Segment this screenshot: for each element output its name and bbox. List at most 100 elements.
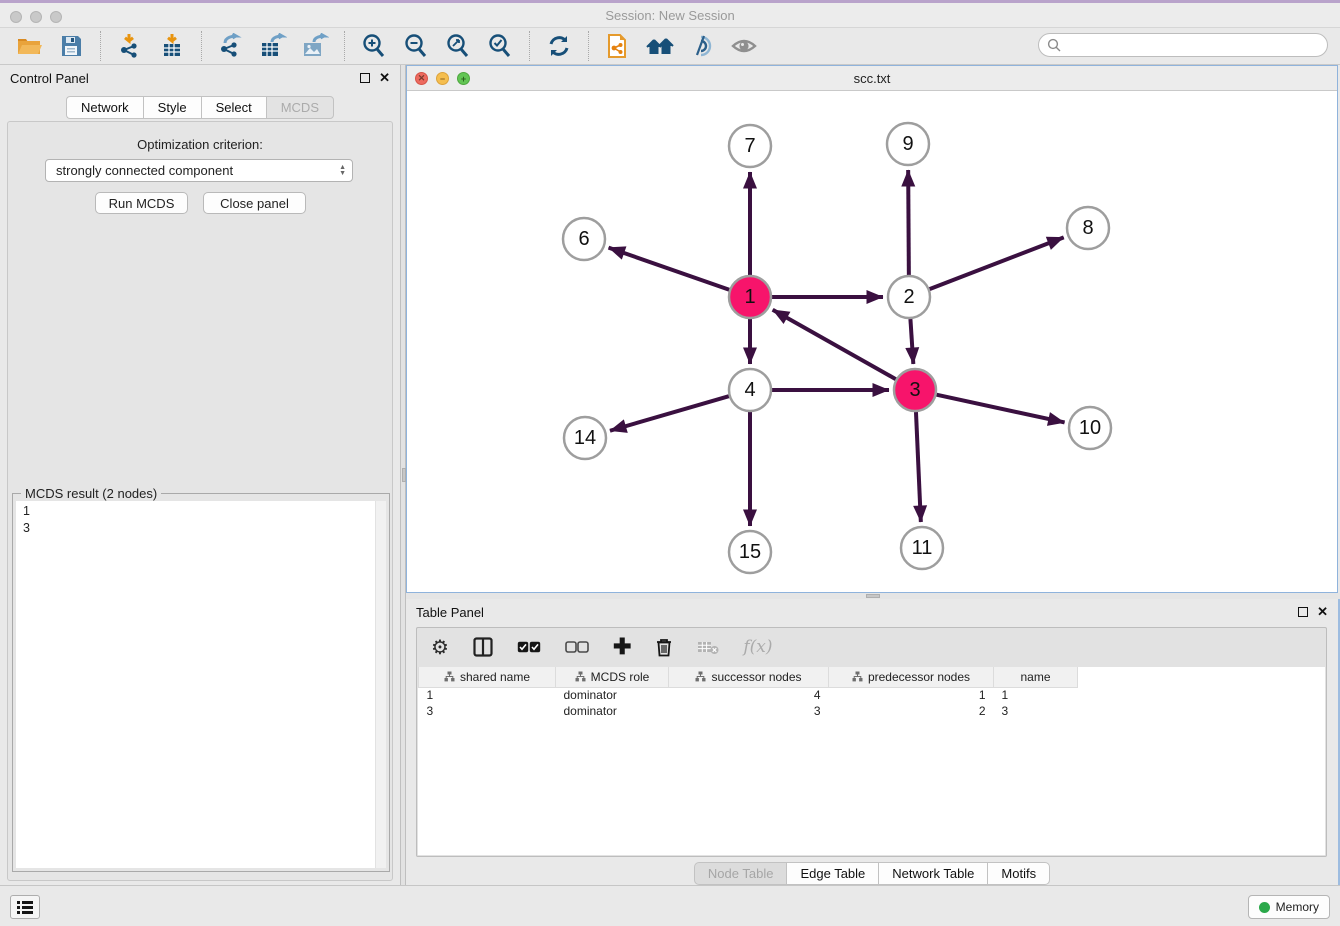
criterion-dropdown[interactable]: strongly connected component ▲▼ (45, 159, 353, 182)
table-panel: Table Panel ✕ ⚙ (406, 599, 1340, 885)
close-panel-icon[interactable]: ✕ (379, 73, 390, 83)
tab-network[interactable]: Network (66, 96, 143, 119)
node-4[interactable]: 4 (729, 369, 771, 411)
node-14[interactable]: 14 (564, 417, 606, 459)
status-bar: Memory (0, 885, 1340, 926)
result-scrollbar[interactable] (375, 501, 386, 868)
zoom-in-button[interactable] (359, 31, 389, 61)
edge-4-14[interactable] (610, 396, 729, 431)
network-maximize-icon[interactable]: + (457, 72, 470, 85)
node-15[interactable]: 15 (729, 531, 771, 573)
node-9[interactable]: 9 (887, 123, 929, 165)
open-session-button[interactable] (14, 31, 44, 61)
column-header-successor-nodes[interactable]: successor nodes (669, 667, 829, 687)
tab-network-table[interactable]: Network Table (878, 862, 987, 885)
show-columns-button[interactable] (473, 635, 493, 659)
apply-style-button[interactable] (544, 31, 574, 61)
create-column-button[interactable]: ✚ (613, 635, 631, 659)
node-6[interactable]: 6 (563, 218, 605, 260)
tab-mcds[interactable]: MCDS (266, 96, 334, 119)
tab-node-table[interactable]: Node Table (694, 862, 787, 885)
window-traffic-lights[interactable] (10, 11, 62, 23)
network-traffic-lights[interactable]: ✕ − + (415, 72, 470, 85)
node-11[interactable]: 11 (901, 527, 943, 569)
close-panel-button[interactable]: Close panel (203, 192, 306, 214)
export-network-button[interactable] (216, 31, 246, 61)
memory-button[interactable]: Memory (1248, 895, 1330, 919)
node-7[interactable]: 7 (729, 125, 771, 167)
node-label: 11 (912, 537, 933, 559)
edge-2-9[interactable] (908, 170, 909, 275)
node-2[interactable]: 2 (888, 276, 930, 318)
column-header-name[interactable]: name (994, 667, 1078, 687)
close-window-icon[interactable] (10, 11, 22, 23)
edge-1-6[interactable] (609, 248, 730, 290)
mcds-result-text[interactable]: 13 (16, 501, 386, 868)
minimize-window-icon[interactable] (30, 11, 42, 23)
table-cell[interactable]: 2 (829, 703, 994, 719)
import-table-button[interactable] (157, 31, 187, 61)
table-cell[interactable]: dominator (556, 703, 669, 719)
global-search[interactable] (1038, 33, 1328, 57)
node-table-area[interactable]: shared nameMCDS rolesuccessor nodesprede… (418, 667, 1325, 855)
network-canvas[interactable]: 7 9 6 8 1 2 4 3 14 10 15 11 (407, 91, 1337, 592)
tab-style[interactable]: Style (143, 96, 201, 119)
select-all-button[interactable] (517, 635, 541, 659)
network-minimize-icon[interactable]: − (436, 72, 449, 85)
import-network-button[interactable] (115, 31, 145, 61)
network-close-icon[interactable]: ✕ (415, 72, 428, 85)
delete-column-button[interactable] (655, 635, 673, 659)
toolbar-separator (100, 31, 101, 61)
column-header-MCDS-role[interactable]: MCDS role (556, 667, 669, 687)
table-row[interactable]: 1dominator411 (419, 687, 1078, 703)
node-1[interactable]: 1 (729, 276, 771, 318)
search-input[interactable] (1062, 38, 1327, 52)
edge-2-3[interactable] (910, 319, 913, 364)
task-history-button[interactable] (10, 895, 40, 919)
deselect-all-button[interactable] (565, 635, 589, 659)
node-10[interactable]: 10 (1069, 407, 1111, 449)
network-from-file-button[interactable] (603, 31, 633, 61)
node-label: 1 (744, 286, 755, 308)
table-cell[interactable]: 3 (669, 703, 829, 719)
column-header-predecessor-nodes[interactable]: predecessor nodes (829, 667, 994, 687)
export-image-button[interactable] (300, 31, 330, 61)
table-cell[interactable]: 3 (994, 703, 1078, 719)
show-hide-graphics-button[interactable] (729, 31, 759, 61)
table-row[interactable]: 3dominator323 (419, 703, 1078, 719)
tab-edge-table[interactable]: Edge Table (786, 862, 878, 885)
float-panel-icon[interactable] (1298, 607, 1308, 617)
node-3[interactable]: 3 (894, 369, 936, 411)
table-cell[interactable]: 3 (419, 703, 556, 719)
cyndex-button[interactable] (687, 31, 717, 61)
table-cell[interactable]: dominator (556, 687, 669, 703)
float-panel-icon[interactable] (360, 73, 370, 83)
table-cell[interactable]: 1 (829, 687, 994, 703)
edge-3-11[interactable] (916, 412, 921, 522)
network-window-titlebar[interactable]: ✕ − + scc.txt (407, 66, 1337, 91)
zoom-out-button[interactable] (401, 31, 431, 61)
table-cell[interactable]: 1 (994, 687, 1078, 703)
run-mcds-button[interactable]: Run MCDS (95, 192, 188, 214)
node-8[interactable]: 8 (1067, 207, 1109, 249)
edge-3-1[interactable] (773, 310, 896, 379)
save-session-button[interactable] (56, 31, 86, 61)
splitter-grip[interactable] (866, 594, 880, 598)
zoom-selected-button[interactable] (485, 31, 515, 61)
edge-2-8[interactable] (930, 237, 1064, 289)
maximize-window-icon[interactable] (50, 11, 62, 23)
tab-motifs[interactable]: Motifs (987, 862, 1050, 885)
dropdown-stepper-icon: ▲▼ (339, 165, 346, 177)
network-graph[interactable]: 7 9 6 8 1 2 4 3 14 10 15 11 (407, 91, 1337, 592)
column-header-shared-name[interactable]: shared name (419, 667, 556, 687)
close-panel-icon[interactable]: ✕ (1317, 607, 1328, 617)
edge-3-10[interactable] (936, 395, 1064, 423)
table-panel-tabs: Node TableEdge TableNetwork TableMotifs (406, 862, 1338, 885)
table-cell[interactable]: 4 (669, 687, 829, 703)
table-settings-button[interactable]: ⚙ (431, 635, 449, 659)
export-table-button[interactable] (258, 31, 288, 61)
home-button[interactable] (645, 31, 675, 61)
table-cell[interactable]: 1 (419, 687, 556, 703)
tab-select[interactable]: Select (201, 96, 266, 119)
zoom-fit-button[interactable] (443, 31, 473, 61)
